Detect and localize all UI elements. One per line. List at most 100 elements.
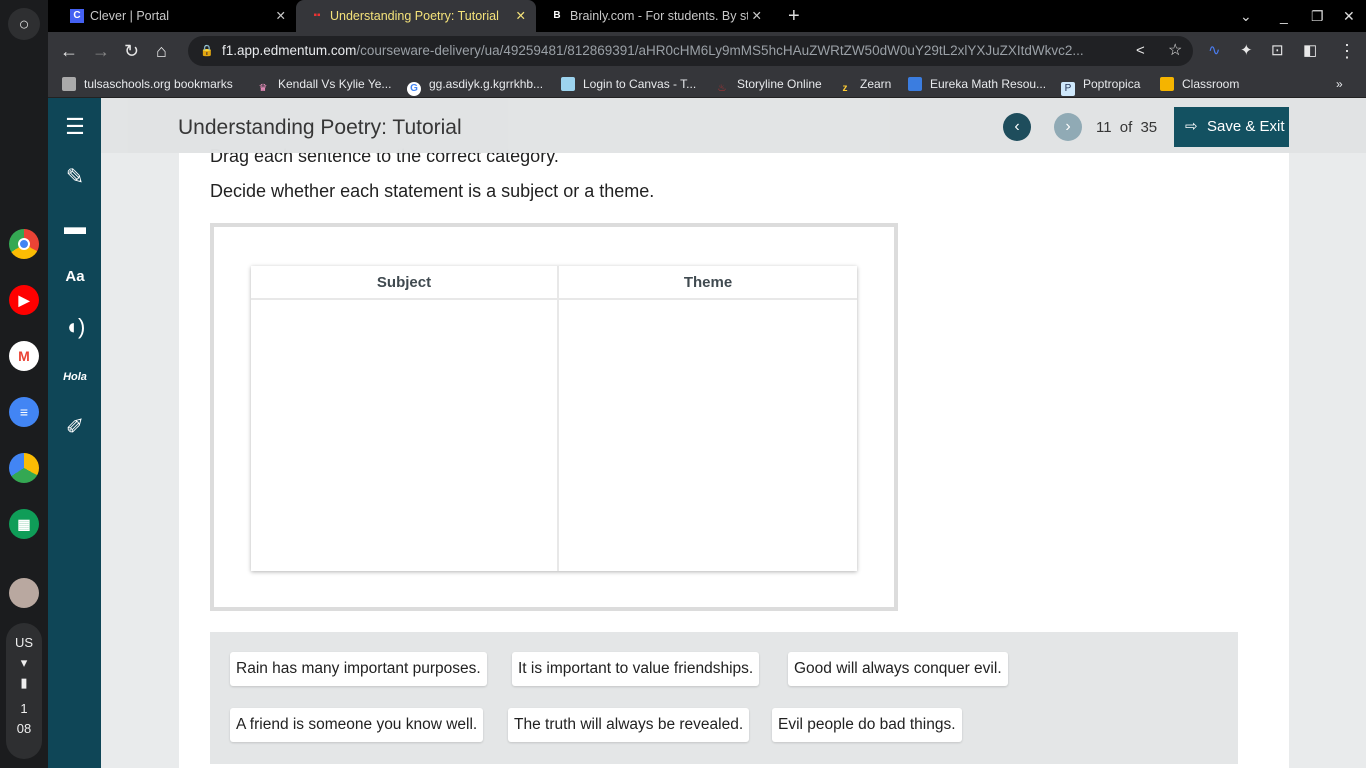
bookmark-label: Classroom xyxy=(1182,77,1240,91)
zearn-icon: z xyxy=(842,83,848,94)
bookmark[interactable]: ♛ Kendall Vs Kylie Ye... xyxy=(256,70,392,98)
status-tray[interactable]: US ▾ ▮ 1 08 xyxy=(6,623,42,759)
bookmark-label: Kendall Vs Kylie Ye... xyxy=(278,77,392,91)
close-tab-icon[interactable]: ✕ xyxy=(516,0,526,32)
more-bookmarks-icon[interactable]: » xyxy=(1336,70,1343,98)
cast-icon[interactable]: ⊡ xyxy=(1271,32,1284,70)
extension-icon[interactable]: ∿ xyxy=(1208,32,1221,70)
gmail-app-icon[interactable]: M xyxy=(9,341,39,371)
url-host: f1.app.edmentum.com xyxy=(222,43,357,58)
bookmark-label: Login to Canvas - T... xyxy=(583,77,697,91)
bookmark[interactable]: ♨ Storyline Online xyxy=(715,70,822,98)
folder-icon xyxy=(62,77,76,91)
bookmark-label: Storyline Online xyxy=(737,77,822,91)
draggable-sentence[interactable]: It is important to value friendships. xyxy=(512,652,760,686)
theme-header: Theme xyxy=(559,266,857,300)
tab-label: Brainly.com - For students. By st xyxy=(570,9,750,23)
tab-search-icon[interactable]: ⌄ xyxy=(1240,0,1252,32)
folder-icon[interactable]: ▬ xyxy=(58,210,92,244)
bookmark[interactable]: Classroom xyxy=(1160,70,1239,98)
of-label: of xyxy=(1119,119,1133,136)
new-tab-button[interactable]: + xyxy=(788,0,800,32)
notes-icon[interactable]: ✎ xyxy=(58,160,92,194)
brainly-favicon-icon: B xyxy=(553,10,561,21)
bookmark[interactable]: Login to Canvas - T... xyxy=(561,70,696,98)
tab-bar: C Clever | Portal ✕ ▪▪ Understanding Poetry… xyxy=(48,0,1366,32)
classroom-icon xyxy=(1160,77,1174,91)
save-exit-label: Save & Exit xyxy=(1207,118,1285,135)
save-exit-button[interactable]: ⇨ Save & Exit xyxy=(1174,107,1289,147)
side-panel-icon[interactable]: ◧ xyxy=(1303,32,1317,70)
forward-icon[interactable]: → xyxy=(92,32,110,70)
reload-icon[interactable]: ↻ xyxy=(124,32,139,70)
restore-button[interactable]: ❐ xyxy=(1311,0,1324,32)
drop-area: Subject Theme xyxy=(210,223,898,611)
list-icon[interactable]: ☰ xyxy=(58,110,92,144)
home-icon[interactable]: ⌂ xyxy=(156,32,167,70)
text-to-speech-icon[interactable]: ◖) xyxy=(58,310,92,344)
os-shelf: ○ ▶ M ≡ ▦ US ▾ ▮ 1 08 xyxy=(0,0,48,768)
subject-header: Subject xyxy=(251,266,557,300)
dictionary-icon[interactable]: Aa xyxy=(58,260,92,294)
draggable-sentence[interactable]: Good will always conquer evil. xyxy=(788,652,1008,686)
back-icon[interactable]: ← xyxy=(60,32,78,70)
bookmark[interactable]: z Zearn xyxy=(838,70,892,98)
minimize-button[interactable]: _ xyxy=(1280,0,1288,32)
draggable-sentence[interactable]: A friend is someone you know well. xyxy=(230,708,484,742)
category-table: Subject Theme xyxy=(251,266,857,571)
drive-app-icon[interactable] xyxy=(9,453,39,483)
previous-button[interactable]: ‹ xyxy=(1003,113,1031,141)
eureka-icon xyxy=(908,77,922,91)
menu-icon[interactable]: ⋮ xyxy=(1338,32,1356,70)
canvas-icon xyxy=(561,77,575,91)
extensions-puzzle-icon[interactable]: ✦ xyxy=(1240,32,1253,70)
highlighter-icon[interactable]: ✐ xyxy=(58,410,92,444)
tab-brainly[interactable]: B Brainly.com - For students. By st ✕ xyxy=(536,0,772,32)
dress-icon: ♛ xyxy=(258,83,268,94)
course-sidebar: ☰ ✎ ▬ Aa ◖) Hola ✐ xyxy=(48,98,101,768)
draggable-sentence[interactable]: Evil people do bad things. xyxy=(772,708,962,742)
bookmark[interactable]: Ggg.asdiyk.g.kgrrkhb... xyxy=(407,70,543,98)
chrome-app-icon[interactable] xyxy=(9,229,39,259)
tab-clever[interactable]: C Clever | Portal ✕ xyxy=(56,0,296,32)
tab-edmentum[interactable]: ▪▪ Understanding Poetry: Tutorial ✕ xyxy=(296,0,536,32)
subject-drop-zone[interactable]: Subject xyxy=(251,266,559,571)
translate-icon[interactable]: Hola xyxy=(58,360,92,394)
close-tab-icon[interactable]: ✕ xyxy=(276,0,286,32)
bookmark-label: Eureka Math Resou... xyxy=(930,77,1047,91)
current-page: 11 xyxy=(1096,119,1112,136)
close-tab-icon[interactable]: ✕ xyxy=(747,0,762,32)
share-icon[interactable]: < xyxy=(1136,32,1145,70)
bookmark[interactable]: P Poptropica xyxy=(1061,70,1140,98)
google-icon: G xyxy=(407,82,421,96)
draggable-sentence[interactable]: The truth will always be revealed. xyxy=(508,708,750,742)
tab-label: Understanding Poetry: Tutorial xyxy=(330,9,499,23)
poptropica-icon: P xyxy=(1061,82,1075,96)
bookmark[interactable]: tulsaschools.org bookmarks xyxy=(62,70,233,98)
wifi-icon: ▾ xyxy=(20,655,28,670)
clock-minute: 08 xyxy=(16,721,32,736)
storyline-icon: ♨ xyxy=(717,83,727,94)
draggable-sentence[interactable]: Rain has many important purposes. xyxy=(230,652,487,686)
address-bar[interactable]: 🔒 f1.app.edmentum.com/courseware-delivery… xyxy=(188,36,1193,66)
url-path: /courseware-delivery/ua/49259481/8128693… xyxy=(356,43,1084,58)
theme-drop-zone[interactable]: Theme xyxy=(559,266,857,571)
launcher-button[interactable]: ○ xyxy=(8,8,40,40)
tab-label: Clever | Portal xyxy=(90,9,169,23)
bookmark-label: Poptropica xyxy=(1083,77,1141,91)
youtube-app-icon[interactable]: ▶ xyxy=(9,285,39,315)
lesson-header: Understanding Poetry: Tutorial ‹ › 11 of… xyxy=(101,98,1366,153)
bookmark-star-icon[interactable]: ☆ xyxy=(1168,32,1182,70)
total-pages: 35 xyxy=(1140,119,1158,136)
page-counter: 11 of 35 xyxy=(1096,119,1157,136)
close-window-button[interactable]: ✕ xyxy=(1343,0,1355,32)
avatar[interactable] xyxy=(9,578,39,608)
bookmark[interactable]: Eureka Math Resou... xyxy=(908,70,1046,98)
edmentum-favicon-icon: ▪▪ xyxy=(313,10,321,21)
sentence-bank: Rain has many important purposes. It is … xyxy=(210,632,1238,764)
next-button[interactable]: › xyxy=(1054,113,1082,141)
instruction-decide: Decide whether each statement is a subje… xyxy=(210,181,655,201)
browser-toolbar: ← → ↻ ⌂ 🔒 f1.app.edmentum.com/courseware-… xyxy=(48,32,1366,70)
docs-app-icon[interactable]: ≡ xyxy=(9,397,39,427)
sheets-app-icon[interactable]: ▦ xyxy=(9,509,39,539)
